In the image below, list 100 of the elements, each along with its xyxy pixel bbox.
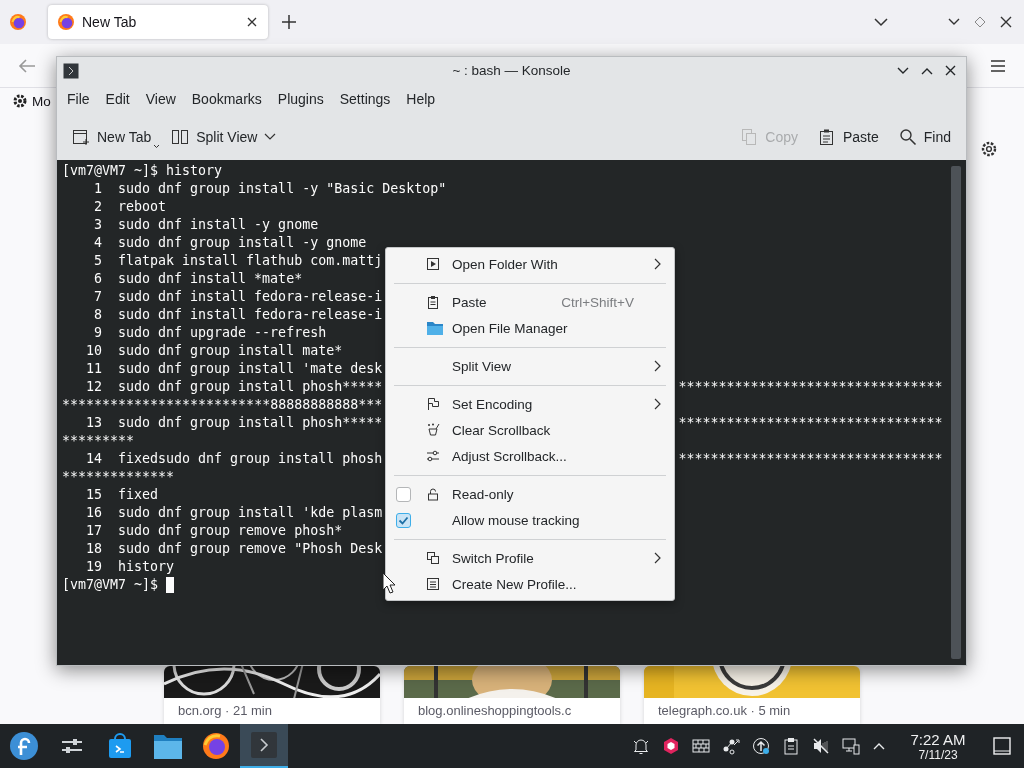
history-command: sudo dnf group install -y gnome	[118, 234, 367, 252]
terminal-line: *********************************	[678, 414, 943, 432]
diamond-icon	[974, 16, 986, 28]
terminal-line: **************************88888888888***	[62, 396, 383, 414]
checkbox[interactable]	[396, 486, 411, 502]
form-icon	[426, 577, 440, 591]
menu-bar-item[interactable]: View	[137, 87, 184, 111]
bell-icon[interactable]	[632, 737, 650, 755]
cube-icon[interactable]	[662, 737, 680, 755]
history-command: fixedsudo dnf group install phosh	[118, 450, 383, 468]
menu-bar-item[interactable]: Plugins	[269, 87, 332, 111]
history-number: 18	[85, 540, 102, 558]
menu-item[interactable]: Set Encoding	[386, 391, 674, 417]
nodes-icon[interactable]	[722, 737, 740, 755]
logo-icon[interactable]	[9, 731, 39, 761]
terminal-prompt: [vm7@VM7 ~]$	[62, 576, 160, 594]
story-card[interactable]: bcn.org · 21 min	[164, 666, 380, 724]
history-number: 7	[93, 288, 102, 306]
menu-item[interactable]: Split View	[386, 353, 674, 379]
clipboard-icon	[817, 128, 836, 146]
close-icon	[1000, 16, 1012, 28]
history-number: 11	[85, 360, 102, 378]
sliders-icon	[426, 449, 440, 463]
plus-icon	[282, 15, 296, 29]
browser-tab[interactable]: New Tab	[48, 5, 268, 39]
chevron-down-icon	[874, 17, 888, 27]
scrollbar[interactable]	[951, 166, 961, 659]
folder-icon[interactable]	[153, 732, 183, 760]
history-number: 13	[85, 414, 102, 432]
gear-icon	[12, 93, 28, 109]
clock[interactable]: 7:22 AM 7/11/23	[896, 730, 980, 762]
checkbox[interactable]	[396, 512, 411, 528]
menu-item[interactable]: Open Folder With	[386, 251, 674, 277]
menu-bar-item[interactable]: Edit	[97, 87, 138, 111]
card-caption: blog.onlineshoppingtools.c	[417, 702, 573, 719]
toolbar-button[interactable]: Paste	[810, 123, 886, 151]
history-number: 12	[85, 378, 102, 396]
history-number: 5	[93, 252, 102, 270]
keyboard-icon[interactable]	[692, 737, 710, 755]
menu-item[interactable]: Adjust Scrollback...	[386, 443, 674, 469]
toolbar-button[interactable]: Split View	[164, 123, 284, 151]
history-number: 19	[85, 558, 102, 576]
story-card[interactable]: telegraph.co.uk · 5 min	[644, 666, 860, 724]
history-number: 3	[93, 216, 102, 234]
menu-bar-item[interactable]: File	[59, 87, 98, 111]
history-command: flatpak install flathub com.mattj	[118, 252, 383, 270]
mute-icon[interactable]	[812, 737, 830, 755]
history-number: 15	[85, 486, 102, 504]
menu-bar-item[interactable]: Help	[398, 87, 444, 111]
menu-item[interactable]: Clear Scrollback	[386, 417, 674, 443]
close-icon	[246, 16, 258, 28]
menu-item[interactable]: Open File Manager	[386, 315, 674, 341]
browser-icon	[58, 14, 74, 30]
text-cursor	[166, 577, 175, 593]
terminal-line: *********	[62, 432, 135, 450]
history-number: 17	[85, 522, 102, 540]
close-icon	[945, 65, 956, 76]
story-card[interactable]: blog.onlineshoppingtools.c	[404, 666, 620, 724]
toolbar-button[interactable]: New Tab	[65, 123, 159, 151]
clipboard-icon[interactable]	[782, 737, 800, 755]
square-icon	[993, 737, 1011, 755]
history-command: history	[118, 558, 175, 576]
gear-icon	[980, 140, 998, 158]
history-command: sudo dnf install fedora-release-i	[118, 288, 383, 306]
menu-bar-item[interactable]: Settings	[331, 87, 399, 111]
menu-icon	[990, 58, 1006, 73]
toolbar-button[interactable]: Find	[891, 123, 958, 151]
menu-item[interactable]: Read-only	[386, 481, 674, 507]
history-command: sudo dnf group install phosh*****	[118, 414, 383, 432]
shopping-bag-icon[interactable]	[106, 732, 134, 760]
history-command: sudo dnf group install 'kde plasm	[118, 504, 383, 522]
history-command: sudo dnf group install 'mate desk	[118, 360, 383, 378]
history-number: 4	[93, 234, 102, 252]
clock-date: 7/11/23	[918, 747, 958, 762]
update-icon[interactable]	[752, 737, 770, 755]
brush-icon	[426, 423, 440, 437]
clipboard-icon	[426, 295, 440, 309]
card-caption: bcn.org · 21 min	[177, 702, 273, 719]
bookmark[interactable]: Mo	[12, 93, 51, 109]
terminal-line: *********************************	[678, 378, 943, 396]
terminal-icon	[63, 62, 79, 79]
browser-icon	[10, 14, 26, 30]
history-number: 14	[85, 450, 102, 468]
history-command: sudo dnf group install mate*	[118, 342, 343, 360]
monitor-icon[interactable]	[842, 737, 860, 755]
history-number: 2	[93, 198, 102, 216]
copy-icon	[740, 128, 759, 146]
search-icon	[898, 128, 917, 146]
menu-item[interactable]: Paste Ctrl+Shift+V	[386, 289, 674, 315]
menu-item[interactable]: Switch Profile	[386, 545, 674, 571]
menu-item[interactable]: Allow mouse tracking	[386, 507, 674, 533]
history-command: sudo dnf install -y gnome	[118, 216, 319, 234]
new-tab-icon	[72, 128, 90, 146]
menu-bar-item[interactable]: Bookmarks	[183, 87, 270, 111]
terminal-line: [vm7@VM7 ~]$ history	[62, 162, 223, 180]
terminal-icon[interactable]	[250, 731, 278, 759]
columns-icon	[171, 128, 190, 146]
history-command: sudo dnf install fedora-release-i	[118, 306, 383, 324]
history-command: sudo dnf group remove phosh*	[118, 522, 343, 540]
browser-icon[interactable]	[201, 731, 231, 761]
